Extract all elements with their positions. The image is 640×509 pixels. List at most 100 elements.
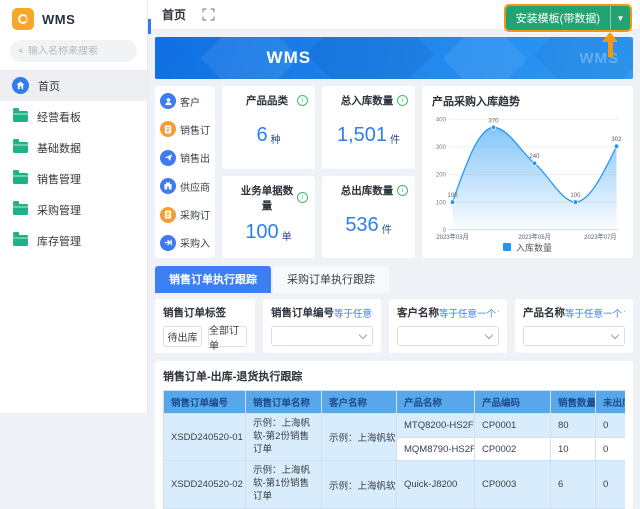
svg-text:200: 200 xyxy=(436,172,447,179)
stat-value: 100 xyxy=(245,221,278,244)
main-content: WMS WMS 客户 销售订单 销售出库 xyxy=(148,30,640,413)
svg-text:300: 300 xyxy=(436,144,447,151)
sidebar-item-basedata[interactable]: 基础数据 xyxy=(0,132,147,163)
tracking-tabs: 销售订单执行跟踪 采购订单执行跟踪 xyxy=(155,266,633,293)
supplier-icon xyxy=(160,178,176,194)
tab-home[interactable]: 首页 xyxy=(162,6,186,23)
folder-icon xyxy=(13,111,28,122)
sidebar-item-inventory[interactable]: 库存管理 xyxy=(0,225,147,256)
quick-links-panel: 客户 销售订单 销售出库 供应商信息 xyxy=(155,86,215,258)
tab-sales-tracking[interactable]: 销售订单执行跟踪 xyxy=(155,266,271,293)
tracking-table-section: 销售订单-出库-退货执行跟踪 销售订单编号 销售订单名称 客户名称 产品名称 产… xyxy=(155,361,633,509)
sidebar-item-label: 经营看板 xyxy=(37,109,81,125)
customer-select[interactable] xyxy=(397,326,499,346)
product-select[interactable] xyxy=(523,326,625,346)
sidebar-item-home[interactable]: 首页 xyxy=(0,70,147,101)
sidebar-item-label: 销售管理 xyxy=(37,171,81,187)
svg-text:100: 100 xyxy=(447,192,458,199)
table-row: XSDD240520-02 示例：上海帆软-第1份销售订单 示例：上海帆软 Qu… xyxy=(164,461,626,508)
svg-text:302: 302 xyxy=(611,136,622,143)
pending-outbound-button[interactable]: 待出库 xyxy=(163,326,202,347)
folder-icon xyxy=(13,142,28,153)
all-orders-button[interactable]: 全部订单 xyxy=(208,326,247,347)
operator-dropdown[interactable]: 等于任意一个 xyxy=(439,306,499,320)
area-chart: 400 300 200 100 0 100 370 240 100 xyxy=(432,109,623,240)
sales-order-icon xyxy=(160,121,176,137)
operator-dropdown[interactable]: 等于任意一个 xyxy=(565,306,625,320)
table-row: XSDD240520-01 示例：上海帆软-第2份销售订单 示例：上海帆软 MT… xyxy=(164,414,626,438)
stats-grid: 产品品类 i 6 种 总入库数量 i 1,501 件 xyxy=(222,86,415,258)
sidebar-item-purchase[interactable]: 采购管理 xyxy=(0,194,147,225)
customer-icon xyxy=(160,93,176,109)
folder-icon xyxy=(13,173,28,184)
app-title: WMS xyxy=(42,12,75,27)
svg-text:2023年07月: 2023年07月 xyxy=(584,232,616,240)
quick-link-sales-outbound[interactable]: 销售出库 xyxy=(160,150,210,166)
sales-tracking-table: 销售订单编号 销售订单名称 客户名称 产品名称 产品编码 销售数量 未出库数量 … xyxy=(163,390,625,509)
tracking-panel: 销售订单标签 待出库 全部订单 销售订单编号 等于任意一... 客户名称 xyxy=(155,293,633,509)
chevron-down-icon xyxy=(485,330,493,338)
filter-order-tag: 销售订单标签 待出库 全部订单 xyxy=(155,299,255,353)
stat-card-total-outbound: 总出库数量 i 536 件 xyxy=(322,176,415,259)
filter-customer: 客户名称 等于任意一个 xyxy=(389,299,507,353)
app-logo: WMS xyxy=(0,0,147,36)
sidebar-item-label: 采购管理 xyxy=(37,202,81,218)
home-icon xyxy=(12,77,29,94)
purchase-inbound-icon xyxy=(160,235,176,251)
search-icon xyxy=(19,46,23,56)
table-title: 销售订单-出库-退货执行跟踪 xyxy=(163,368,625,384)
info-icon[interactable]: i xyxy=(397,185,408,196)
sidebar-search[interactable] xyxy=(10,40,137,62)
quick-link-supplier[interactable]: 供应商信息 xyxy=(160,178,210,194)
annotation-arrow-icon xyxy=(602,32,618,58)
filter-order-no: 销售订单编号 等于任意一... xyxy=(263,299,381,353)
svg-text:2023年03月: 2023年03月 xyxy=(436,232,468,240)
sidebar-item-label: 基础数据 xyxy=(37,140,81,156)
sidebar-item-sales[interactable]: 销售管理 xyxy=(0,163,147,194)
chevron-down-icon xyxy=(359,330,367,338)
install-dropdown-caret[interactable]: ▼ xyxy=(610,6,630,30)
stat-value: 1,501 xyxy=(337,124,387,147)
svg-text:100: 100 xyxy=(436,199,447,206)
operator-dropdown[interactable]: 等于任意一... xyxy=(334,306,373,320)
quick-link-customer[interactable]: 客户 xyxy=(160,93,210,109)
expand-icon[interactable] xyxy=(202,8,215,21)
svg-text:100: 100 xyxy=(570,192,581,199)
quick-link-purchase-inbound[interactable]: 采购入库 xyxy=(160,235,210,251)
legend-swatch xyxy=(503,243,511,251)
svg-text:370: 370 xyxy=(488,117,499,124)
info-icon[interactable]: i xyxy=(397,95,408,106)
folder-icon xyxy=(13,204,28,215)
chevron-down-icon xyxy=(611,330,619,338)
stat-card-total-inbound: 总入库数量 i 1,501 件 xyxy=(322,86,415,169)
svg-text:400: 400 xyxy=(436,116,447,123)
folder-icon xyxy=(13,235,28,246)
info-icon[interactable]: i xyxy=(297,95,308,106)
tab-purchase-tracking[interactable]: 采购订单执行跟踪 xyxy=(273,266,389,293)
inbound-trend-chart: 产品采购入库趋势 400 300 200 100 xyxy=(422,86,633,258)
stat-value: 536 xyxy=(345,214,378,237)
search-input[interactable] xyxy=(28,46,128,57)
svg-text:2023年05月: 2023年05月 xyxy=(518,232,550,240)
purchase-order-icon xyxy=(160,207,176,223)
info-icon[interactable]: i xyxy=(297,192,308,203)
sidebar-item-label: 首页 xyxy=(38,78,60,94)
sidebar-item-dashboard[interactable]: 经营看板 xyxy=(0,101,147,132)
order-no-select[interactable] xyxy=(271,326,373,346)
install-template-label[interactable]: 安装模板(带数据) xyxy=(506,6,610,30)
table-header-row: 销售订单编号 销售订单名称 客户名称 产品名称 产品编码 销售数量 未出库数量 xyxy=(164,391,626,414)
quick-link-sales-order[interactable]: 销售订单 xyxy=(160,121,210,137)
app-logo-icon xyxy=(12,8,34,30)
active-tab-indicator xyxy=(148,19,151,34)
quick-link-purchase-order[interactable]: 采购订单 xyxy=(160,207,210,223)
banner-title: WMS xyxy=(267,48,312,68)
stat-value: 6 xyxy=(256,124,267,147)
stat-card-product-types: 产品品类 i 6 种 xyxy=(222,86,315,169)
install-template-button[interactable]: 安装模板(带数据) ▼ xyxy=(504,4,632,32)
wms-banner: WMS WMS xyxy=(155,37,633,79)
chart-title: 产品采购入库趋势 xyxy=(432,93,623,109)
sales-outbound-icon xyxy=(160,150,176,166)
stat-card-doc-count: 业务单据数量 i 100 单 xyxy=(222,176,315,259)
sidebar-item-label: 库存管理 xyxy=(37,233,81,249)
chart-legend[interactable]: 入库数量 xyxy=(432,240,623,254)
